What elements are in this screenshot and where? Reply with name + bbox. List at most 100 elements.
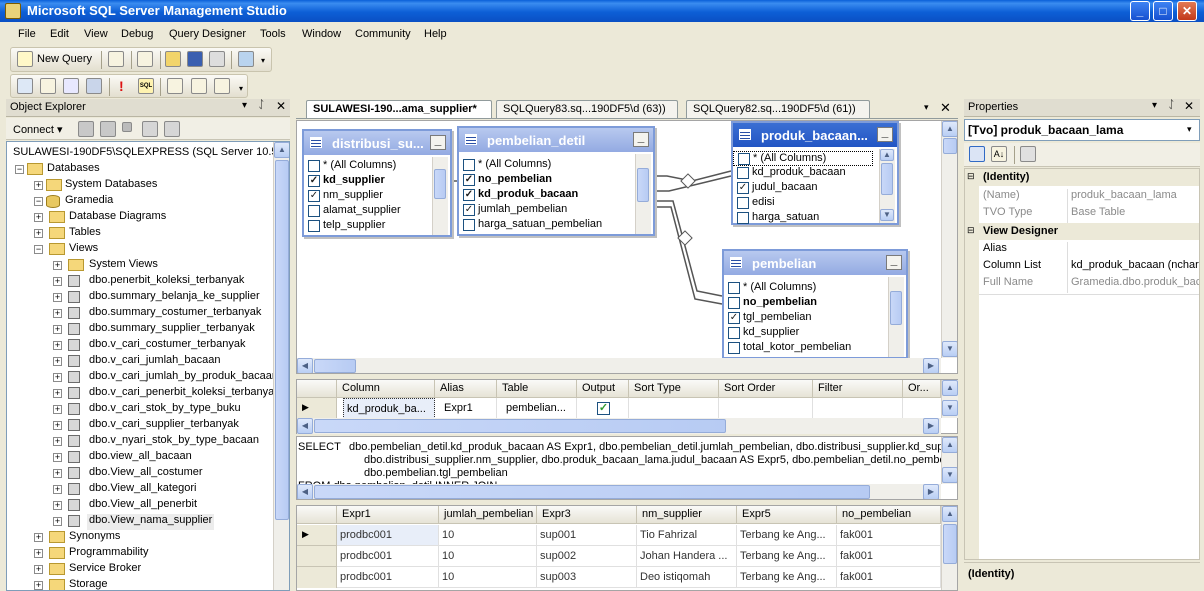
sql-vscrollbar[interactable]: ▲ ▼ bbox=[941, 437, 957, 484]
column-checkbox[interactable] bbox=[463, 219, 475, 231]
results-header[interactable]: Expr5 bbox=[737, 506, 837, 524]
pane-dropdown-icon[interactable]: ▾ bbox=[242, 100, 247, 111]
expand-icon[interactable]: + bbox=[53, 261, 62, 270]
tree-view-item[interactable]: dbo.v_cari_stok_by_type_buku bbox=[89, 402, 241, 418]
expand-icon[interactable]: + bbox=[34, 565, 43, 574]
expand-icon[interactable]: + bbox=[53, 277, 62, 286]
table-scrollbar[interactable]: ▲ ▼ bbox=[879, 149, 895, 223]
column-checkbox[interactable]: ✓ bbox=[737, 182, 749, 194]
tree-programmability[interactable]: Programmability bbox=[69, 546, 148, 562]
result-cell[interactable]: Terbang ke Ang... bbox=[737, 525, 837, 546]
tree-databases[interactable]: Databases bbox=[47, 162, 100, 178]
tab-sqlquery82[interactable]: SQLQuery82.sq...190DF5\d (61)) bbox=[686, 100, 870, 118]
diagram-table-pembelian[interactable]: pembelian _ * (All Columns) no_pembelian… bbox=[722, 249, 908, 359]
new-query-button[interactable]: New Query bbox=[37, 53, 92, 65]
diagram-vscrollbar[interactable]: ▲ ▼ bbox=[941, 121, 957, 358]
column-checkbox[interactable] bbox=[737, 197, 749, 209]
pin-icon[interactable]: ᛇ bbox=[1168, 99, 1175, 111]
column-checkbox[interactable] bbox=[737, 212, 749, 224]
column-checkbox[interactable] bbox=[728, 342, 740, 354]
result-cell[interactable]: prodbc001 bbox=[337, 546, 439, 567]
criteria-header[interactable]: Column bbox=[337, 380, 435, 398]
criteria-sorttype-cell[interactable] bbox=[629, 398, 719, 419]
column-checkbox[interactable] bbox=[728, 282, 740, 294]
results-header[interactable]: no_pembelian bbox=[837, 506, 941, 524]
scroll-left-icon[interactable]: ◀ bbox=[297, 358, 313, 373]
results-header[interactable]: Expr1 bbox=[337, 506, 439, 524]
print-icon[interactable] bbox=[209, 51, 225, 67]
show-sql-pane-icon[interactable] bbox=[63, 78, 79, 94]
tree-system-views[interactable]: System Views bbox=[89, 258, 158, 274]
expand-icon[interactable]: + bbox=[34, 229, 43, 238]
result-cell[interactable]: sup003 bbox=[537, 567, 637, 588]
results-header[interactable]: nm_supplier bbox=[637, 506, 737, 524]
property-value[interactable]: kd_produk_bacaan (nchar( bbox=[1067, 259, 1199, 276]
criteria-sortorder-cell[interactable] bbox=[719, 398, 813, 419]
column-checkbox[interactable] bbox=[308, 160, 320, 172]
column-checkbox[interactable]: ✓ bbox=[728, 312, 740, 324]
scroll-up-icon[interactable]: ▲ bbox=[942, 437, 957, 453]
criteria-hscrollbar[interactable]: ◀ ▶ bbox=[297, 418, 941, 434]
criteria-filter-cell[interactable] bbox=[813, 398, 903, 419]
tree-synonyms[interactable]: Synonyms bbox=[69, 530, 120, 546]
group-by-icon[interactable] bbox=[167, 78, 183, 94]
menu-view[interactable]: View bbox=[84, 28, 108, 40]
result-cell[interactable]: Deo istiqomah bbox=[637, 567, 737, 588]
toolbar-overflow-icon[interactable]: ▾ bbox=[261, 56, 265, 65]
expand-icon[interactable]: + bbox=[53, 421, 62, 430]
column-checkbox[interactable] bbox=[463, 159, 475, 171]
column-checkbox[interactable]: ✓ bbox=[308, 190, 320, 202]
close-document-icon[interactable]: ✕ bbox=[940, 100, 951, 116]
tree-view-item-selected[interactable]: dbo.View_nama_supplier bbox=[87, 514, 215, 530]
column-checkbox[interactable]: ✓ bbox=[463, 204, 475, 216]
alphabetical-icon[interactable]: A↓ bbox=[991, 146, 1007, 162]
expand-icon[interactable]: + bbox=[34, 581, 43, 590]
property-value[interactable]: Base Table bbox=[1067, 206, 1199, 223]
result-cell[interactable]: Terbang ke Ang... bbox=[737, 567, 837, 588]
scroll-up-icon[interactable]: ▲ bbox=[880, 149, 894, 161]
menu-window[interactable]: Window bbox=[302, 28, 341, 40]
refresh-icon[interactable] bbox=[164, 121, 180, 137]
disconnect-icon[interactable] bbox=[100, 121, 116, 137]
properties-object-selector[interactable]: [Tvo] produk_bacaan_lama ▾ bbox=[964, 119, 1200, 141]
expand-icon[interactable]: + bbox=[53, 309, 62, 318]
open-folder-icon[interactable] bbox=[165, 51, 181, 67]
expand-icon[interactable]: + bbox=[53, 437, 62, 446]
pane-dropdown-icon[interactable]: ▾ bbox=[1152, 100, 1157, 111]
row-indicator[interactable] bbox=[297, 546, 337, 567]
criteria-header[interactable]: Output bbox=[577, 380, 629, 398]
minimize-table-icon[interactable]: _ bbox=[886, 254, 902, 270]
tree-server-node[interactable]: SULAWESI-190DF5\SQLEXPRESS (SQL Server 1… bbox=[13, 146, 289, 162]
scroll-right-icon[interactable]: ▶ bbox=[923, 418, 939, 434]
scroll-up-icon[interactable]: ▲ bbox=[942, 506, 957, 522]
result-cell[interactable]: Tio Fahrizal bbox=[637, 525, 737, 546]
scroll-down-icon[interactable]: ▼ bbox=[942, 467, 957, 483]
scroll-down-icon[interactable]: ▼ bbox=[942, 400, 958, 416]
expand-icon[interactable]: + bbox=[53, 405, 62, 414]
show-results-pane-icon[interactable] bbox=[86, 78, 102, 94]
column-checkbox[interactable] bbox=[738, 153, 750, 165]
chevron-down-icon[interactable]: ▾ bbox=[1187, 124, 1192, 135]
execute-sql-icon[interactable]: ! bbox=[119, 78, 124, 94]
criteria-header[interactable]: Table bbox=[497, 380, 577, 398]
menu-tools[interactable]: Tools bbox=[260, 28, 286, 40]
maximize-button[interactable]: □ bbox=[1153, 1, 1173, 21]
result-cell[interactable]: prodbc001 bbox=[337, 525, 439, 546]
scroll-left-icon[interactable]: ◀ bbox=[297, 418, 313, 434]
tree-view-item[interactable]: dbo.v_cari_costumer_terbanyak bbox=[89, 338, 246, 354]
scroll-up-icon[interactable]: ▲ bbox=[274, 142, 289, 158]
column-checkbox[interactable] bbox=[728, 297, 740, 309]
show-diagram-pane-icon[interactable] bbox=[17, 78, 33, 94]
column-checkbox[interactable] bbox=[308, 220, 320, 232]
criteria-header[interactable]: Alias bbox=[435, 380, 497, 398]
criteria-header[interactable]: Sort Order bbox=[719, 380, 813, 398]
criteria-vscrollbar[interactable]: ▲ ▼ bbox=[941, 380, 958, 418]
tree-view-item[interactable]: dbo.view_all_bacaan bbox=[89, 450, 192, 466]
tree-view-item[interactable]: dbo.View_all_kategori bbox=[89, 482, 196, 498]
scroll-down-icon[interactable]: ▼ bbox=[880, 209, 894, 221]
expand-icon[interactable]: + bbox=[53, 357, 62, 366]
expand-icon[interactable]: + bbox=[53, 469, 62, 478]
criteria-header[interactable]: Sort Type bbox=[629, 380, 719, 398]
property-pages-icon[interactable] bbox=[1020, 146, 1036, 162]
collapse-icon[interactable]: ⊟ bbox=[967, 225, 975, 236]
